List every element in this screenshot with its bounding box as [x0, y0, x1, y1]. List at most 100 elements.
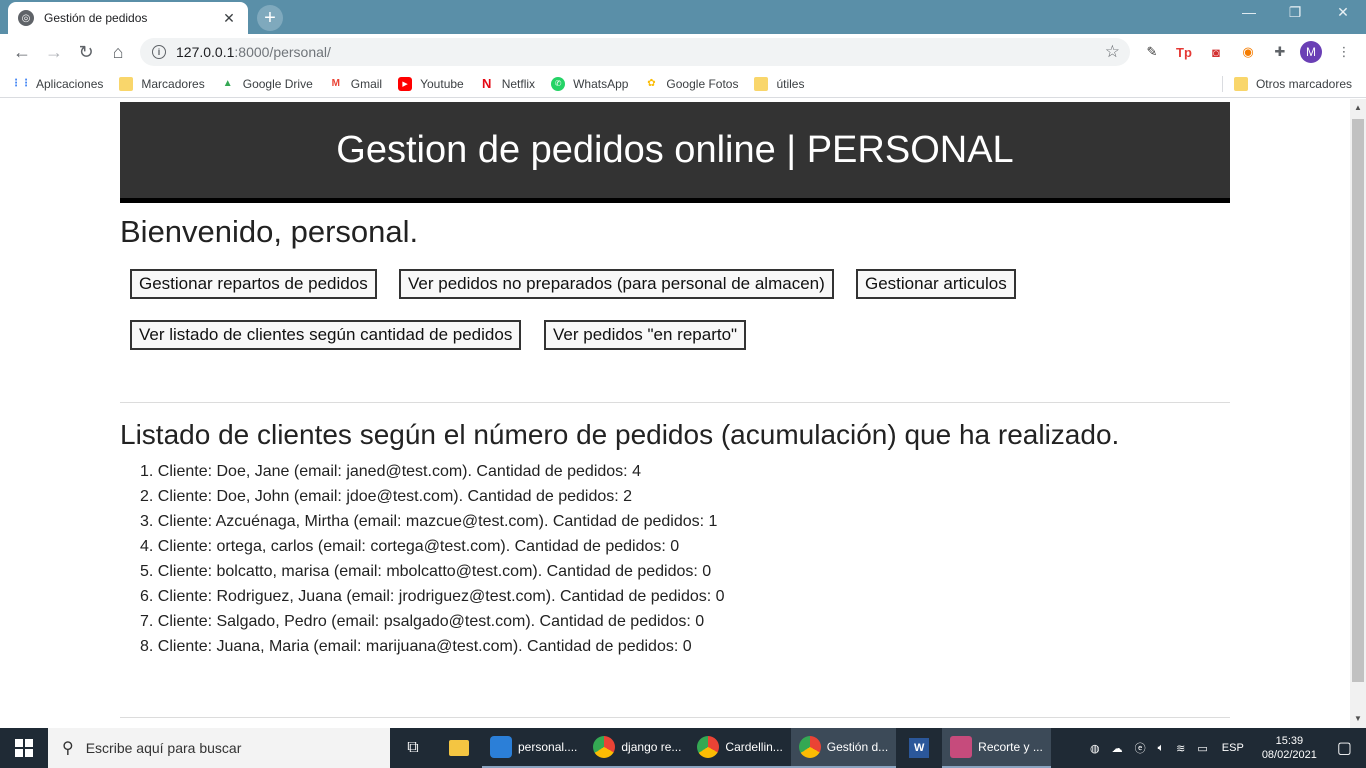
tab-gestion-pedidos[interactable]: ◎ Gestión de pedidos ✕ [8, 2, 248, 34]
forward-icon[interactable]: → [38, 36, 70, 68]
browser-toolbar: ← → ↻ ⌂ i 127.0.0.1 :8000/personal/ ☆ ✎ … [0, 34, 1366, 70]
bookmark-star-icon[interactable]: ☆ [1105, 42, 1120, 62]
battery-icon[interactable]: ▭ [1197, 742, 1207, 755]
list-item: 6. Cliente: Rodriguez, Juana (email: jro… [140, 588, 725, 605]
scrollbar-thumb[interactable] [1352, 119, 1364, 682]
taskbar-app-label: Recorte y ... [978, 740, 1043, 754]
bookmark-whatsapp[interactable]: ✆ WhatsApp [551, 76, 629, 91]
photos-icon: ✿ [647, 78, 656, 89]
notification-icon[interactable]: ▢ [1337, 738, 1352, 758]
list-item: 5. Cliente: bolcatto, marisa (email: mbo… [140, 563, 712, 580]
folder-icon [119, 76, 134, 91]
drive-icon: ▲ [222, 78, 233, 89]
welcome-heading: Bienvenido, personal. [120, 214, 419, 249]
taskbar-app-label: personal.... [518, 740, 578, 754]
footer-divider [120, 717, 1230, 718]
minimize-icon[interactable]: — [1226, 4, 1272, 20]
clock-time: 15:39 [1275, 735, 1304, 747]
netflix-icon: N [482, 76, 492, 91]
volume-icon[interactable]: 🔈︎ [1158, 742, 1165, 755]
ver-pedidos-no-preparados-button[interactable]: Ver pedidos no preparados (para personal… [399, 269, 834, 299]
file-explorer-icon[interactable] [436, 728, 482, 768]
bookmark-label: WhatsApp [573, 76, 629, 91]
cloud-icon[interactable]: ☁ [1112, 742, 1123, 755]
gestionar-repartos-button[interactable]: Gestionar repartos de pedidos [130, 269, 377, 299]
address-bar[interactable]: i 127.0.0.1 :8000/personal/ ☆ [140, 38, 1130, 66]
bookmark-label: Google Drive [242, 76, 313, 91]
gestionar-articulos-button[interactable]: Gestionar articulos [856, 269, 1016, 299]
tp-extension-icon[interactable]: Tp [1174, 42, 1194, 62]
listado-clientes-button[interactable]: Ver listado de clientes según cantidad d… [130, 320, 522, 350]
taskbar-app-label: Cardellin... [725, 740, 783, 754]
task-view-icon[interactable]: ⧉ [390, 728, 436, 768]
new-tab-button[interactable]: + [257, 5, 283, 31]
chrome-tray-icon[interactable]: ◍ [1090, 742, 1100, 755]
menu-kebab-icon[interactable]: ⋮ [1334, 42, 1354, 62]
site-header: Gestion de pedidos online | PERSONAL [120, 102, 1230, 203]
bookmark-gmail[interactable]: M Gmail [329, 76, 383, 91]
bookmarks-bar: ⋮⋮ Aplicaciones Marcadores ▲ Google Driv… [0, 70, 1366, 98]
url-path: :8000/personal/ [234, 44, 331, 60]
bookmark-apps[interactable]: ⋮⋮ Aplicaciones [11, 77, 103, 91]
bookmark-label: Netflix [501, 76, 536, 91]
clock[interactable]: 15:39 08/02/2021 [1262, 734, 1317, 762]
clock-date: 08/02/2021 [1261, 749, 1317, 761]
taskbar-app-recorte[interactable]: Recorte y ... [942, 728, 1051, 768]
taskbar-app-chrome-gestion[interactable]: Gestión d... [790, 728, 897, 768]
close-tab-icon[interactable]: ✕ [220, 10, 238, 27]
bookmark-label: Gmail [350, 76, 383, 91]
bookmark-youtube[interactable]: ▶ Youtube [398, 76, 464, 91]
bookmark-label: Otros marcadores [1255, 77, 1352, 91]
profile-avatar[interactable]: M [1300, 41, 1322, 63]
word-icon[interactable]: W [896, 728, 942, 768]
client-list: 1. Cliente: Doe, Jane (email: janed@test… [140, 462, 725, 662]
pocket-extension-icon[interactable]: ◙ [1206, 42, 1226, 62]
back-icon[interactable]: ← [6, 36, 38, 68]
gmail-icon: M [331, 78, 340, 89]
extensions-puzzle-icon[interactable]: ✚ [1270, 42, 1290, 62]
taskbar-app-label: Gestión d... [826, 740, 889, 754]
bookmark-marcadores[interactable]: Marcadores [119, 76, 205, 91]
url-host: 127.0.0.1 [176, 44, 235, 60]
scroll-up-arrow-icon[interactable]: ▲ [1354, 103, 1362, 112]
info-icon[interactable]: i [152, 45, 166, 59]
close-window-icon[interactable]: ✕ [1320, 4, 1366, 21]
home-icon[interactable]: ⌂ [102, 36, 134, 68]
taskbar-app-chrome-cardellin[interactable]: Cardellin... [689, 728, 791, 768]
ver-pedidos-en-reparto-button[interactable]: Ver pedidos "en reparto" [544, 320, 747, 350]
windows-logo-icon [15, 739, 33, 757]
restore-icon[interactable]: ❐ [1272, 4, 1318, 21]
apps-grid-icon: ⋮⋮ [11, 78, 31, 89]
page-viewport: Gestion de pedidos online | PERSONAL Bie… [0, 99, 1350, 728]
section-divider [120, 402, 1230, 403]
scroll-down-arrow-icon[interactable]: ▼ [1354, 714, 1362, 723]
reload-icon[interactable]: ↻ [70, 36, 102, 68]
taskbar-app-vscode[interactable]: personal.... [482, 728, 586, 768]
chrome-icon [697, 736, 720, 758]
bookmark-netflix[interactable]: N Netflix [480, 76, 536, 91]
windows-start-button[interactable] [0, 728, 48, 768]
list-item: 3. Cliente: Azcuénaga, Mirtha (email: ma… [140, 513, 718, 530]
taskbar-app-chrome-django[interactable]: django re... [585, 728, 690, 768]
bookmark-utiles[interactable]: útiles [754, 76, 805, 91]
owl-extension-icon[interactable]: ◉ [1238, 42, 1258, 62]
chrome-icon [798, 736, 821, 758]
bookmark-google-drive[interactable]: ▲ Google Drive [221, 77, 313, 91]
page-scrollbar[interactable]: ▲ ▼ [1350, 99, 1366, 728]
pen-extension-icon[interactable]: ✎ [1142, 42, 1162, 62]
windows-taskbar: ⚲ Escribe aquí para buscar ⧉ personal...… [0, 728, 1366, 768]
globe-icon: ◎ [18, 10, 34, 26]
list-item: 2. Cliente: Doe, John (email: jdoe@test.… [140, 488, 633, 505]
bookmark-label: Google Fotos [666, 76, 739, 91]
taskbar-search-input[interactable]: ⚲ Escribe aquí para buscar [48, 728, 390, 768]
bookmark-google-fotos[interactable]: ✿ Google Fotos [644, 77, 738, 91]
page-title: Gestion de pedidos online | PERSONAL [336, 128, 1014, 171]
bookmark-label: Marcadores [141, 76, 205, 91]
wifi-icon[interactable]: ≋ [1176, 742, 1185, 755]
list-item: 1. Cliente: Doe, Jane (email: janed@test… [140, 463, 641, 480]
edge-icon[interactable]: ⓔ [1135, 740, 1146, 756]
bookmark-otros-marcadores[interactable]: Otros marcadores [1233, 77, 1352, 91]
bookmark-label: útiles [776, 76, 805, 91]
snip-sketch-icon [950, 736, 973, 758]
language-indicator[interactable]: ESP [1222, 742, 1244, 754]
